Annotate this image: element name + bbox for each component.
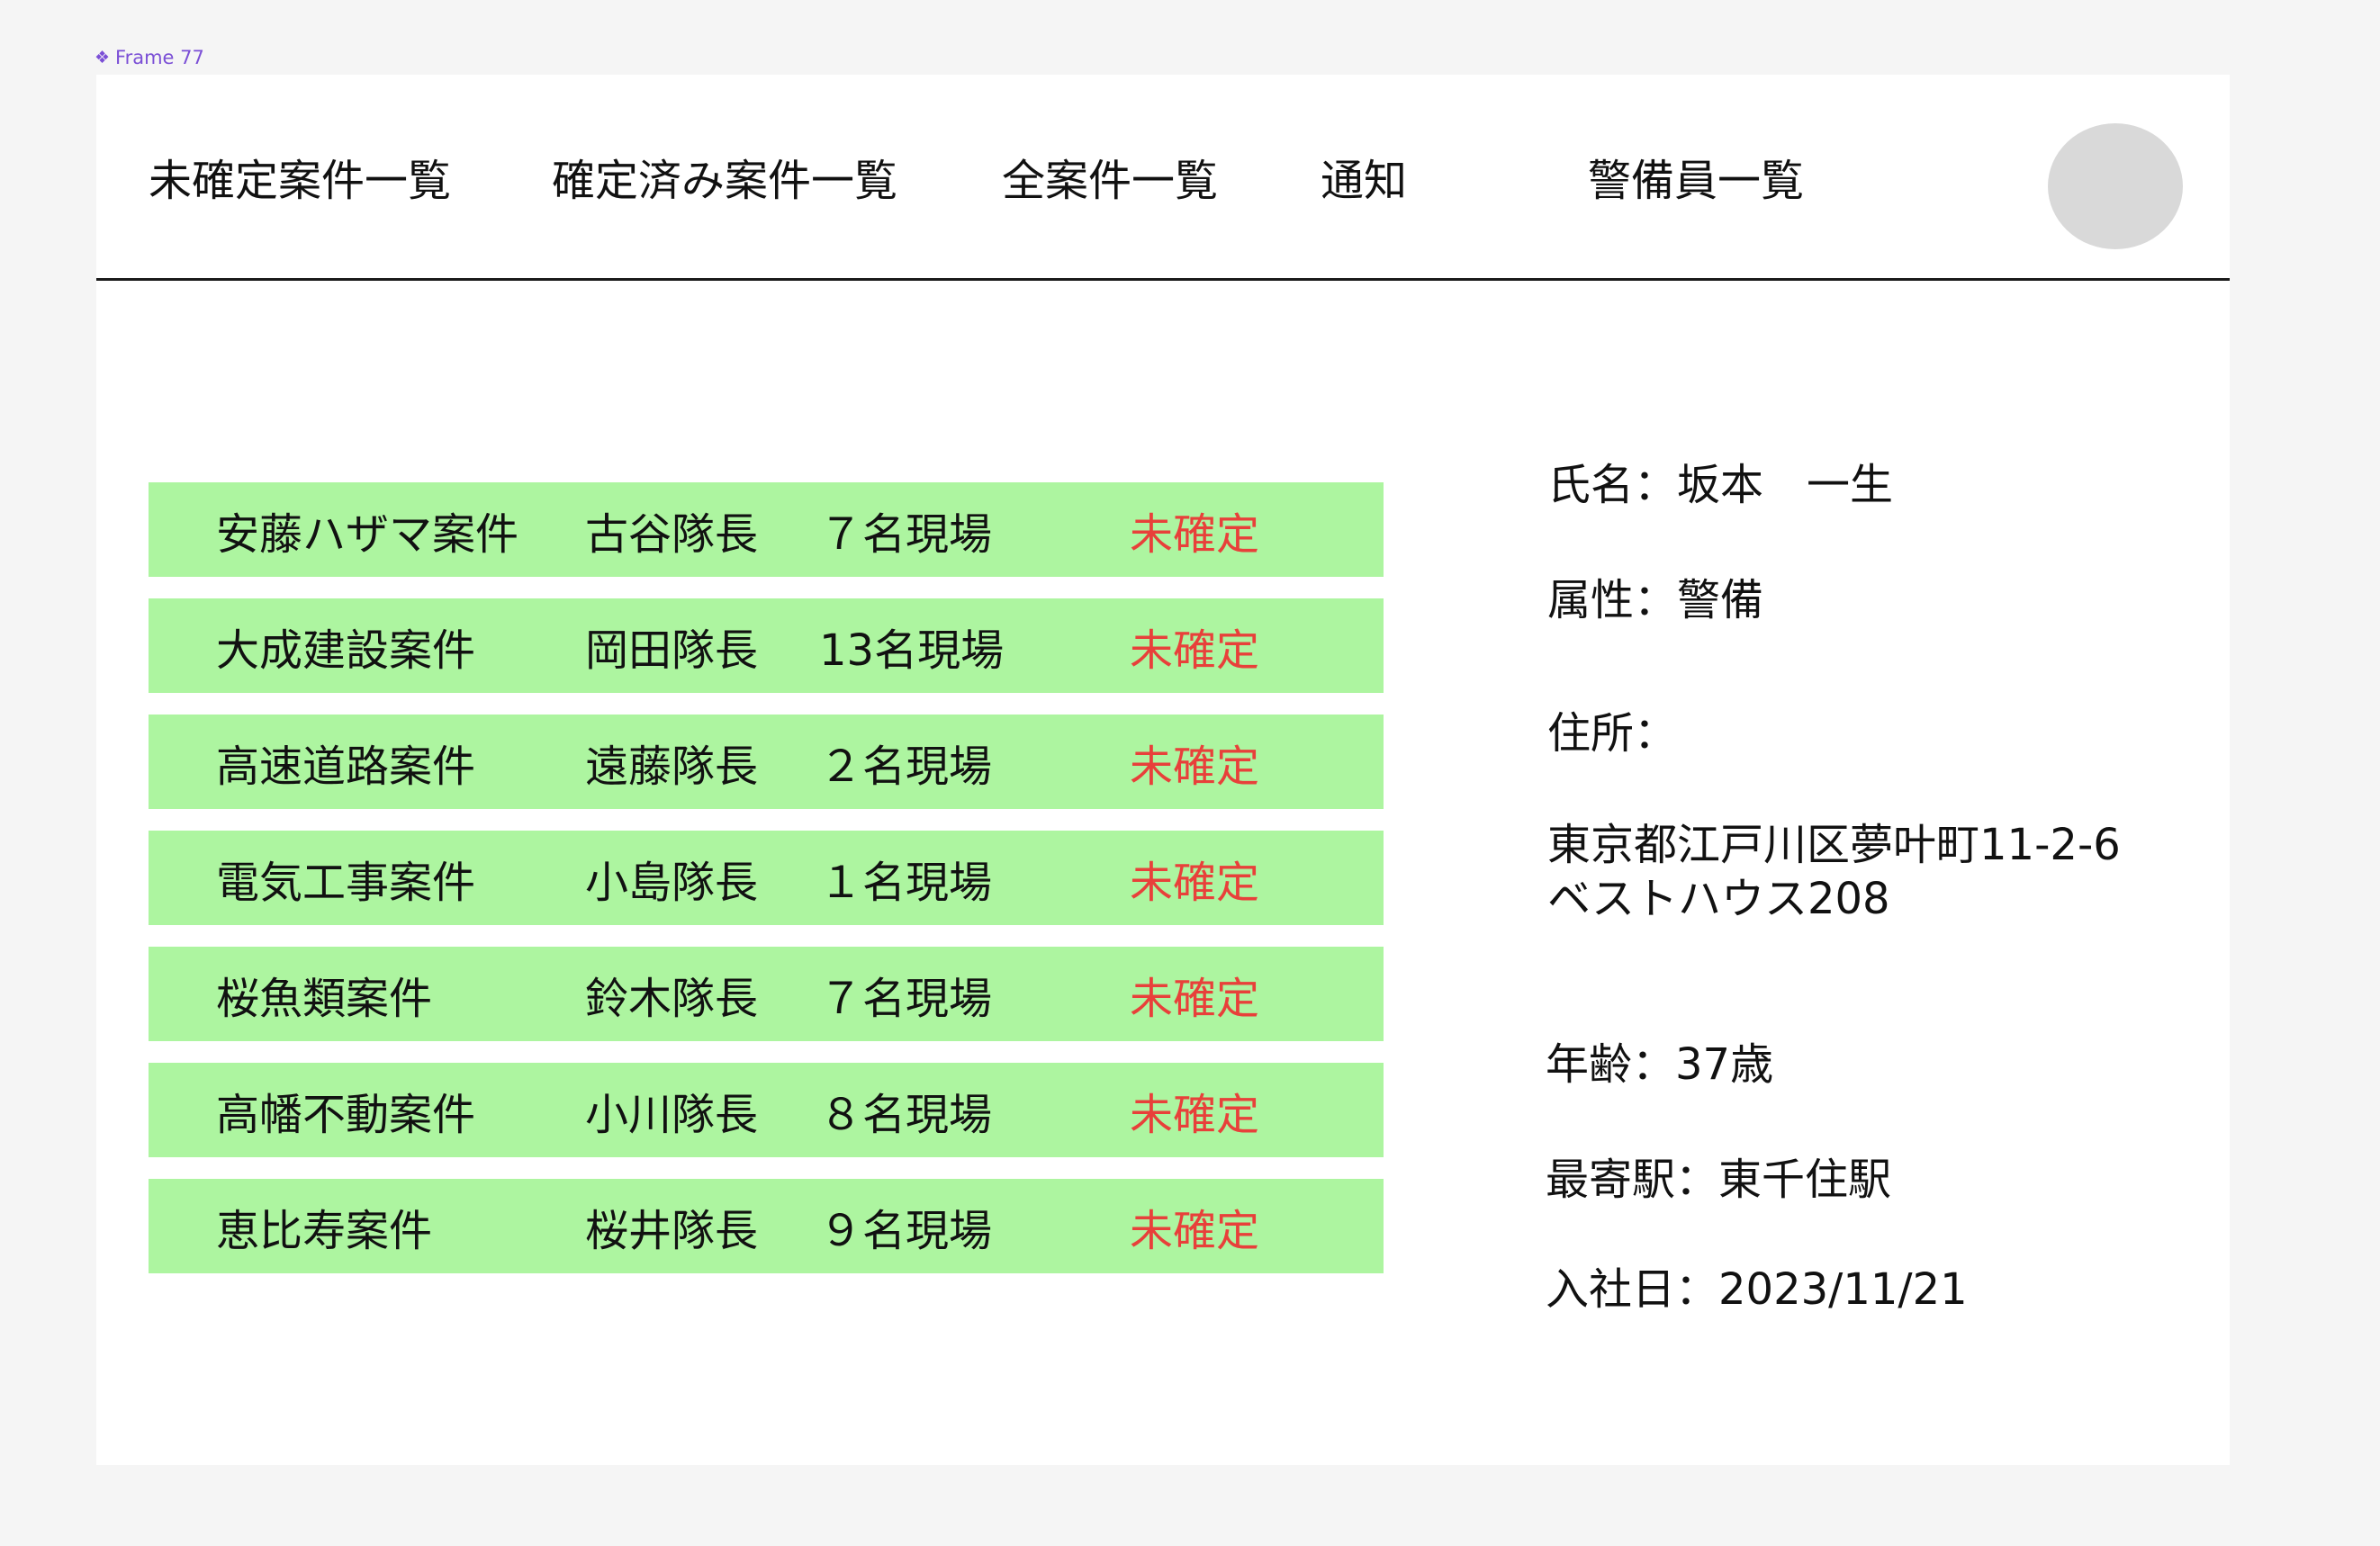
case-count: １名現場 [819, 857, 993, 908]
profile-name: 氏名：坂本 一生 [1547, 460, 1894, 510]
nav-guard-list[interactable]: 警備員一覧 [1588, 157, 1804, 205]
frame-label-text: Frame 77 [115, 47, 204, 68]
case-count: ２名現場 [819, 741, 993, 792]
nav-all-cases[interactable]: 全案件一覧 [1002, 157, 1218, 205]
case-row[interactable]: 桜魚類案件 鈴木隊長 ７名現場 未確定 [149, 947, 1384, 1041]
profile-address: 東京都江戸川区夢叶町11-2-6 ベストハウス208 [1547, 818, 2121, 926]
profile-address-label: 住所： [1547, 708, 1678, 759]
case-status: 未確定 [1130, 625, 1260, 676]
case-count: ９名現場 [819, 1205, 993, 1256]
case-count: ８名現場 [819, 1089, 993, 1140]
app-frame: 未確定案件一覧 確定済み案件一覧 全案件一覧 通知 警備員一覧 安藤ハザマ案件 … [96, 75, 2230, 1465]
case-name: 恵比寿案件 [216, 1205, 433, 1256]
profile-attribute: 属性：警備 [1547, 575, 1764, 625]
case-name: 桜魚類案件 [216, 973, 433, 1024]
profile-join-date: 入社日：2023/11/21 [1546, 1264, 1968, 1315]
case-name: 大成建設案件 [216, 625, 476, 676]
profile-address-line2: ベストハウス208 [1547, 874, 1890, 924]
component-diamond-icon: ❖ [95, 47, 111, 67]
case-leader: 遠藤隊長 [585, 741, 759, 792]
case-row[interactable]: 安藤ハザマ案件 古谷隊長 ７名現場 未確定 [149, 482, 1384, 577]
case-list: 安藤ハザマ案件 古谷隊長 ７名現場 未確定 大成建設案件 岡田隊長 13名現場 … [149, 482, 1384, 1295]
top-nav: 未確定案件一覧 確定済み案件一覧 全案件一覧 通知 警備員一覧 [96, 75, 2230, 281]
profile-address-line1: 東京都江戸川区夢叶町11-2-6 [1547, 820, 2121, 870]
nav-notifications[interactable]: 通知 [1321, 157, 1407, 205]
case-leader: 岡田隊長 [585, 625, 759, 676]
case-leader: 小島隊長 [585, 857, 759, 908]
case-status: 未確定 [1130, 857, 1260, 908]
case-status: 未確定 [1130, 741, 1260, 792]
case-leader: 小川隊長 [585, 1089, 759, 1140]
case-leader: 古谷隊長 [585, 508, 759, 560]
case-name: 電気工事案件 [216, 857, 476, 908]
case-row[interactable]: 高速道路案件 遠藤隊長 ２名現場 未確定 [149, 715, 1384, 809]
case-status: 未確定 [1130, 973, 1260, 1024]
case-row[interactable]: 恵比寿案件 桜井隊長 ９名現場 未確定 [149, 1179, 1384, 1273]
case-name: 高速道路案件 [216, 741, 476, 792]
case-leader: 桜井隊長 [585, 1205, 759, 1256]
case-count: 13名現場 [819, 625, 1005, 676]
case-row[interactable]: 高幡不動案件 小川隊長 ８名現場 未確定 [149, 1063, 1384, 1157]
avatar[interactable] [2048, 123, 2183, 249]
case-status: 未確定 [1130, 1205, 1260, 1256]
frame-label: ❖ Frame 77 [95, 47, 204, 68]
case-count: ７名現場 [819, 973, 993, 1024]
case-name: 安藤ハザマ案件 [216, 508, 519, 560]
case-row[interactable]: 電気工事案件 小島隊長 １名現場 未確定 [149, 831, 1384, 925]
case-leader: 鈴木隊長 [585, 973, 759, 1024]
case-count: ７名現場 [819, 508, 993, 560]
nav-unconfirmed-cases[interactable]: 未確定案件一覧 [149, 157, 451, 205]
nav-confirmed-cases[interactable]: 確定済み案件一覧 [552, 157, 897, 205]
case-name: 高幡不動案件 [216, 1089, 476, 1140]
case-row[interactable]: 大成建設案件 岡田隊長 13名現場 未確定 [149, 598, 1384, 693]
profile-station: 最寄駅：東千住駅 [1546, 1155, 1892, 1205]
case-status: 未確定 [1130, 508, 1260, 560]
profile-age: 年齢：37歳 [1546, 1039, 1774, 1090]
case-status: 未確定 [1130, 1089, 1260, 1140]
